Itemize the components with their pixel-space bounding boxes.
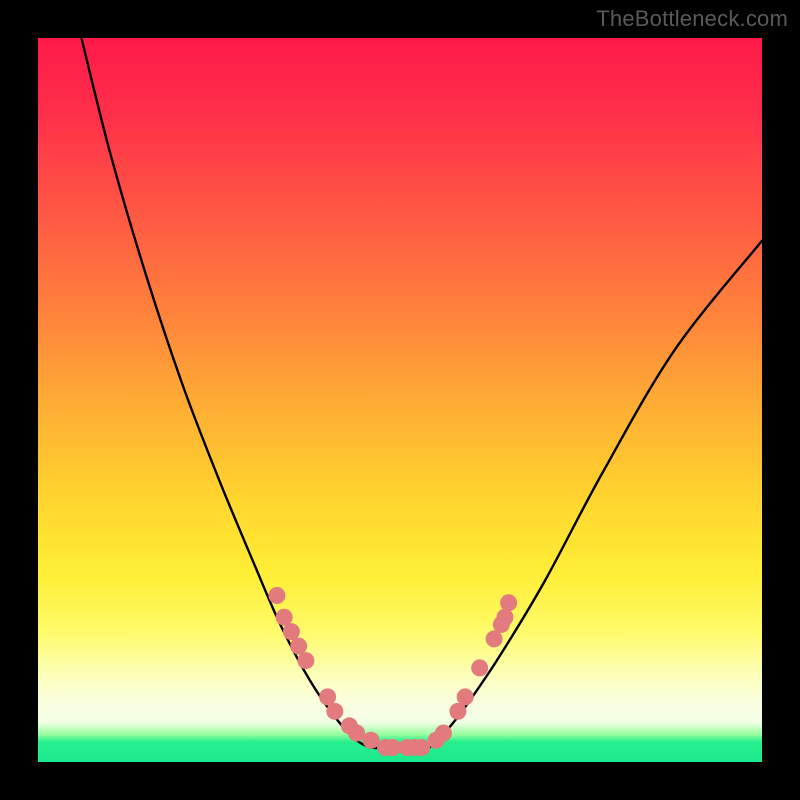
marker-dot xyxy=(319,688,336,705)
watermark-text: TheBottleneck.com xyxy=(596,6,788,32)
marker-dot xyxy=(435,725,452,742)
curve-line xyxy=(81,38,762,749)
marker-dot xyxy=(471,659,488,676)
chart-frame: TheBottleneck.com xyxy=(0,0,800,800)
marker-dot xyxy=(413,739,430,756)
marker-dot xyxy=(268,587,285,604)
bottleneck-curve xyxy=(81,38,762,749)
marker-dot xyxy=(283,623,300,640)
marker-dot xyxy=(290,638,307,655)
marker-dot xyxy=(363,732,380,749)
plot-area xyxy=(38,38,762,762)
marker-dot xyxy=(326,703,343,720)
marker-dot xyxy=(496,609,513,626)
marker-dot xyxy=(297,652,314,669)
marker-dot xyxy=(449,703,466,720)
marker-dot xyxy=(500,594,517,611)
chart-svg xyxy=(38,38,762,762)
marker-dot xyxy=(348,725,365,742)
marker-dot xyxy=(486,630,503,647)
marker-dot xyxy=(276,609,293,626)
marker-dot xyxy=(384,739,401,756)
marker-dot xyxy=(457,688,474,705)
